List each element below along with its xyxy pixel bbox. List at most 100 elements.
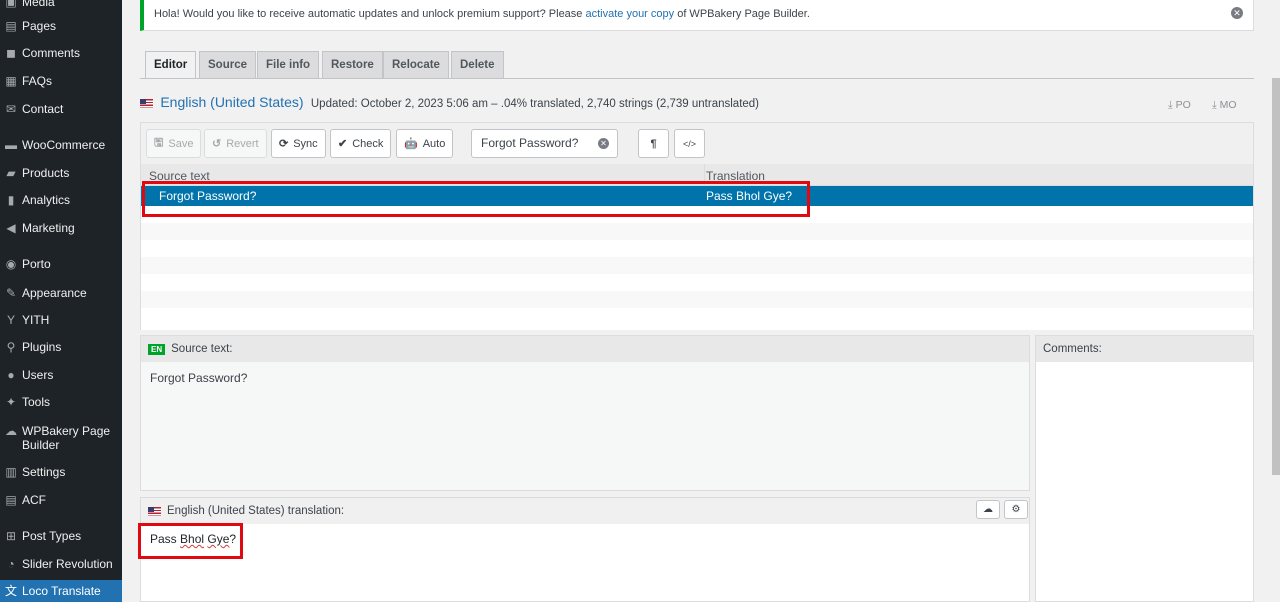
- check-icon: ✔: [338, 138, 348, 150]
- sync-label: Sync: [293, 137, 318, 150]
- download-mo-label: MO: [1219, 99, 1237, 111]
- tab-relocate[interactable]: Relocate: [383, 51, 449, 78]
- clear-search-icon[interactable]: ✕: [598, 138, 609, 149]
- robot-icon[interactable]: ⚙: [1004, 500, 1028, 519]
- empty-row: [141, 257, 1253, 274]
- source-panel-title: Source text:: [171, 343, 233, 355]
- source-text-body: Forgot Password?: [150, 371, 248, 385]
- save-button[interactable]: 🖫 Save: [146, 129, 202, 158]
- us-flag-icon: [148, 506, 161, 516]
- sidebar-item-yith[interactable]: Y YITH: [0, 313, 122, 327]
- tabs-divider: [140, 78, 1254, 79]
- auto-button[interactable]: 🤖 Auto: [396, 129, 454, 158]
- sidebar-item-loco-translate[interactable]: 文 Loco Translate: [0, 580, 122, 602]
- slider-revolution-icon: ◔: [7, 557, 15, 571]
- download-po-button[interactable]: ⤓ PO: [1168, 99, 1191, 112]
- activate-link[interactable]: activate your copy: [585, 8, 674, 20]
- download-mo-button[interactable]: ⤓ MO: [1212, 99, 1237, 112]
- tab-restore[interactable]: Restore: [322, 51, 383, 78]
- comments-panel-header: Comments:: [1036, 336, 1253, 362]
- source-text-panel: EN Source text: Forgot Password?: [140, 335, 1030, 491]
- sync-icon: ⟳: [279, 138, 289, 150]
- download-po-label: PO: [1175, 99, 1191, 111]
- sidebar-item-post-types[interactable]: ⊞ Post Types: [0, 529, 122, 543]
- download-icon: ⤓: [1212, 99, 1217, 111]
- check-button[interactable]: ✔ Check: [330, 129, 392, 158]
- wpbakery-notice: Hola! Would you like to receive automati…: [140, 0, 1254, 31]
- auto-label: Auto: [422, 137, 446, 150]
- sidebar-item-settings[interactable]: ▥ Settings: [0, 465, 122, 479]
- sidebar-item-wpbakery[interactable]: ☁ WPBakery Page Builder: [0, 424, 122, 452]
- wpbakery-icon: ☁: [5, 424, 17, 438]
- sidebar-item-wpbakery-line2: Builder: [22, 438, 60, 452]
- tab-delete[interactable]: Delete: [451, 51, 504, 78]
- highlight-box-translation: [138, 523, 243, 559]
- sidebar-item-plugins[interactable]: ⚲ Plugins: [0, 340, 122, 354]
- tab-source[interactable]: Source: [199, 51, 256, 78]
- translation-panel: English (United States) translation: ☁ ⚙…: [140, 497, 1030, 602]
- scrollbar[interactable]: [1272, 78, 1280, 475]
- translation-panel-header: English (United States) translation: ☁ ⚙: [141, 498, 1029, 524]
- cloud-icon[interactable]: ☁: [976, 500, 1000, 519]
- save-icon: 🖫: [154, 137, 164, 149]
- sidebar-item-tools[interactable]: ✦ Tools: [0, 395, 122, 409]
- woocommerce-icon: ▬: [5, 138, 17, 152]
- code-view-button[interactable]: </>: [674, 129, 705, 158]
- sidebar-item-marketing[interactable]: ◀ Marketing: [0, 221, 122, 235]
- products-icon: ▰: [6, 166, 16, 180]
- empty-row: [141, 291, 1253, 308]
- sidebar-item-products[interactable]: ▰ Products: [0, 166, 122, 180]
- sidebar-item-acf[interactable]: ▤ ACF: [0, 493, 122, 507]
- sidebar-item-faqs[interactable]: ▦ FAQs: [0, 74, 122, 88]
- tab-file-info[interactable]: File info: [257, 51, 320, 78]
- sidebar-item-woocommerce[interactable]: ▬ WooCommerce: [0, 138, 122, 152]
- revert-button[interactable]: ↺ Revert: [204, 129, 267, 158]
- pilcrow-icon: ¶: [650, 137, 657, 150]
- sidebar-item-analytics[interactable]: ▮ Analytics: [0, 193, 122, 207]
- sidebar-item-slider-revolution[interactable]: ◔ Slider Revolution: [0, 557, 122, 571]
- settings-icon: ▥: [5, 465, 17, 479]
- locale-name[interactable]: English (United States): [160, 94, 303, 110]
- search-value: Forgot Password?: [481, 136, 579, 150]
- invisibles-button[interactable]: ¶: [638, 129, 669, 158]
- sidebar-item-pages[interactable]: ▤ Pages: [0, 19, 122, 33]
- faqs-icon: ▦: [5, 74, 17, 88]
- tab-editor[interactable]: Editor: [145, 51, 197, 79]
- sidebar-item-wpbakery-line1: WPBakery Page: [22, 424, 111, 438]
- marketing-icon: ◀: [6, 221, 16, 235]
- analytics-icon: ▮: [7, 193, 15, 207]
- empty-row: [141, 223, 1253, 240]
- appearance-icon: ✎: [5, 286, 17, 300]
- locale-meta: Updated: October 2, 2023 5:06 am – .04% …: [310, 98, 760, 110]
- robot-icon: 🤖: [404, 138, 418, 150]
- highlight-box-row: [142, 181, 810, 217]
- comments-icon: ◼: [6, 46, 16, 60]
- pages-icon: ▤: [5, 19, 17, 33]
- download-icon: ⤓: [1168, 99, 1173, 111]
- sidebar-item-users[interactable]: ● Users: [0, 368, 122, 382]
- sidebar-item-comments[interactable]: ◼ Comments: [0, 46, 122, 60]
- check-label: Check: [352, 137, 384, 150]
- tools-icon: ✦: [5, 395, 17, 409]
- notice-text-after: of WPBakery Page Builder.: [677, 8, 810, 20]
- sync-button[interactable]: ⟳ Sync: [271, 129, 326, 158]
- sidebar-item-porto[interactable]: ◉ Porto: [0, 257, 122, 271]
- save-label: Save: [168, 137, 194, 150]
- editor-toolbar: 🖫 Save ↺ Revert ⟳ Sync ✔ Check 🤖 Auto Forgot …: [140, 122, 1254, 164]
- dismiss-icon[interactable]: ✕: [1231, 7, 1243, 19]
- media-icon: ▣: [5, 0, 17, 9]
- yith-icon: Y: [6, 313, 15, 327]
- loco-translate-icon: 文: [4, 584, 17, 598]
- us-flag-icon: [140, 99, 153, 109]
- translation-panel-title: English (United States) translation:: [167, 505, 345, 517]
- sidebar-item-media[interactable]: ▣ Media: [0, 0, 122, 9]
- users-icon: ●: [7, 368, 15, 382]
- post-types-icon: ⊞: [5, 529, 17, 543]
- admin-sidebar: ▣ Media ▤ Pages ◼ Comments ▦ FAQs ✉ Contact ▬…: [0, 0, 122, 602]
- comments-panel: Comments:: [1035, 335, 1254, 602]
- sidebar-item-contact[interactable]: ✉ Contact: [0, 102, 122, 116]
- notice-text-before: Hola! Would you like to receive automati…: [154, 8, 583, 20]
- search-input[interactable]: Forgot Password? ✕: [471, 129, 618, 158]
- acf-icon: ▤: [5, 493, 17, 507]
- sidebar-item-appearance[interactable]: ✎ Appearance: [0, 286, 122, 300]
